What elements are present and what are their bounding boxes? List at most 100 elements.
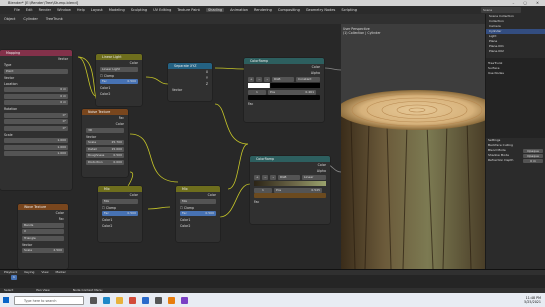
wave-type-dropdown[interactable]: Bands xyxy=(22,222,64,228)
rotation-z-field[interactable]: 0° xyxy=(4,125,68,131)
task-view-icon[interactable] xyxy=(90,296,97,304)
tab-animation[interactable]: Animation xyxy=(230,8,248,12)
3d-viewport[interactable]: User Perspective (1) Collection | Cylind… xyxy=(341,24,485,269)
tab-scripting[interactable]: Scripting xyxy=(341,8,357,12)
interpolation-dropdown[interactable]: Constant xyxy=(296,77,320,82)
stop-pos-field[interactable]: Pos 0.545 xyxy=(274,187,322,193)
profile-dropdown[interactable]: Triangle xyxy=(22,235,64,241)
detail-field[interactable]: Detail 15.000 xyxy=(86,146,124,152)
menu-render[interactable]: Render xyxy=(39,8,51,12)
location-y-field[interactable]: 0 m xyxy=(4,93,68,99)
blend-mode-dropdown[interactable]: Linear Light xyxy=(100,66,138,72)
clamp-checkbox[interactable]: ☐ Clamp xyxy=(176,205,220,211)
chrome-icon[interactable] xyxy=(129,296,136,304)
fac-field[interactable]: Fac 0.500 xyxy=(100,79,138,84)
scale-x-field[interactable]: 1.000 xyxy=(4,138,68,143)
location-x-field[interactable]: 0 m xyxy=(4,87,68,92)
tab-sculpting[interactable]: Sculpting xyxy=(131,8,147,12)
noise-texture-node[interactable]: Noise Texture Fac Color 3D Vector Scale 2… xyxy=(82,109,128,177)
tab-modeling[interactable]: Modeling xyxy=(109,8,125,12)
color-mode-dropdown[interactable]: RGB xyxy=(272,77,294,82)
roughness-field[interactable]: Roughness 0.500 xyxy=(86,153,124,158)
treetrunk-label[interactable]: TreeTrunk xyxy=(46,17,63,21)
mix-node-1[interactable]: Mix Color Mix ☐ Clamp Fac 0.500 Color1 Co… xyxy=(98,186,142,242)
tab-shading[interactable]: Shading xyxy=(205,8,225,12)
cylinder-label[interactable]: Cylinder xyxy=(23,17,38,21)
blend-mode-dropdown[interactable]: Mix xyxy=(180,198,216,204)
ramp-gradient[interactable] xyxy=(254,180,326,186)
add-stop-button[interactable]: + xyxy=(248,77,254,82)
scene-selector[interactable]: Scene xyxy=(481,7,521,13)
fac-field[interactable]: Fac 0.500 xyxy=(102,211,138,216)
rotation-x-field[interactable]: 0° xyxy=(4,112,68,118)
edge-icon[interactable] xyxy=(103,296,110,304)
distortion-field[interactable]: Distortion 0.000 xyxy=(86,159,124,165)
dimension-dropdown[interactable]: 3D xyxy=(86,127,124,133)
ramp-menu-icon[interactable]: ⌄ xyxy=(270,175,276,180)
mapping-node[interactable]: Mapping Vector Type Point Vector Locatio… xyxy=(0,50,72,190)
menu-help[interactable]: Help xyxy=(77,8,85,12)
start-icon[interactable] xyxy=(3,297,9,303)
app-icon[interactable] xyxy=(181,296,188,304)
marker-menu[interactable]: Marker xyxy=(56,270,66,274)
surface-value[interactable]: Use Nodes xyxy=(486,71,545,76)
node-editor[interactable]: Mapping Vector Type Point Vector Locatio… xyxy=(0,24,341,269)
search-input[interactable]: Type here to search xyxy=(14,295,84,305)
colorramp-node-1[interactable]: ColorRamp Color Alpha + − ⌄ RGB Constant… xyxy=(244,58,324,122)
timeline-ruler[interactable] xyxy=(0,276,545,281)
menu-window[interactable]: Window xyxy=(57,8,71,12)
object-label[interactable]: Object xyxy=(4,17,15,21)
current-frame[interactable]: 1 xyxy=(11,275,17,280)
tab-uv-editing[interactable]: UV Editing xyxy=(153,8,171,12)
rotation-y-field[interactable]: 0° xyxy=(4,119,68,124)
separate-xyz-node[interactable]: Separate XYZ X Y Z Vector xyxy=(168,63,212,101)
timeline[interactable]: Playback Keying View Marker 1 xyxy=(0,269,545,288)
tab-texture-paint[interactable]: Texture Paint xyxy=(177,8,200,12)
windows-taskbar: Type here to search 11:48 PM 5/25/2021 xyxy=(0,293,545,307)
playback-menu[interactable]: Playback xyxy=(4,270,17,274)
mail-icon[interactable] xyxy=(142,296,149,304)
view-menu[interactable]: View xyxy=(41,270,48,274)
scale-y-field[interactable]: 1.000 xyxy=(4,144,68,150)
scale-field[interactable]: Scale 25.700 xyxy=(86,140,124,145)
scale-field[interactable]: Scale 2.500 xyxy=(22,248,64,253)
clamp-checkbox[interactable]: ☐ Clamp xyxy=(96,73,142,79)
direction-dropdown[interactable]: X xyxy=(22,229,64,234)
color-mode-dropdown[interactable]: RGB xyxy=(278,175,300,180)
stop-color-swatch[interactable] xyxy=(248,95,320,100)
linear-light-node[interactable]: Linear Light Color Linear Light ☐ Clamp … xyxy=(96,54,142,106)
tab-geometry-nodes[interactable]: Geometry Nodes xyxy=(306,8,336,12)
blender-icon[interactable] xyxy=(168,296,175,304)
color-output: Color xyxy=(129,193,138,197)
remove-stop-button[interactable]: − xyxy=(256,77,262,82)
stop-index-field[interactable]: 1 xyxy=(254,187,272,193)
location-z-field[interactable]: 0 m xyxy=(4,100,68,105)
ramp-gradient[interactable] xyxy=(248,82,320,88)
tab-compositing[interactable]: Compositing xyxy=(278,8,300,12)
tab-rendering[interactable]: Rendering xyxy=(254,8,272,12)
tab-layout[interactable]: Layout xyxy=(91,8,103,12)
stop-pos-field[interactable]: Pos 0.461 xyxy=(268,89,316,95)
outliner-item[interactable]: Plane.002 xyxy=(486,49,545,54)
ramp-menu-icon[interactable]: ⌄ xyxy=(264,77,270,82)
mix-node-2[interactable]: Mix Color Mix ☐ Clamp Fac 0.500 Color1 Co… xyxy=(176,186,220,242)
clamp-checkbox[interactable]: ☐ Clamp xyxy=(98,205,142,211)
menu-file[interactable]: File xyxy=(14,8,20,12)
store-icon[interactable] xyxy=(155,296,162,304)
keying-menu[interactable]: Keying xyxy=(24,270,34,274)
blend-mode-dropdown[interactable]: Mix xyxy=(102,198,138,204)
add-stop-button[interactable]: + xyxy=(254,175,260,180)
stop-index-field[interactable]: 1 xyxy=(248,89,266,95)
fac-field[interactable]: Fac 0.500 xyxy=(180,211,216,216)
stop-color-swatch[interactable] xyxy=(254,193,326,198)
refraction-depth-row[interactable]: Refraction Depth 0 m xyxy=(486,158,545,163)
colorramp-node-2[interactable]: ColorRamp Color Alpha + − ⌄ RGB Linear 1… xyxy=(250,156,330,224)
menu-edit[interactable]: Edit xyxy=(26,8,33,12)
interpolation-dropdown[interactable]: Linear xyxy=(302,175,326,180)
remove-stop-button[interactable]: − xyxy=(262,175,268,180)
explorer-icon[interactable] xyxy=(116,296,123,304)
wave-texture-node[interactable]: Wave Texture Color Fac Bands X Triangle … xyxy=(18,204,68,269)
type-dropdown[interactable]: Point xyxy=(4,68,68,74)
scale-z-field[interactable]: 1.000 xyxy=(4,151,68,156)
window-title: Blender* [E:\Render\Tree\Stump.blend] xyxy=(8,1,79,5)
